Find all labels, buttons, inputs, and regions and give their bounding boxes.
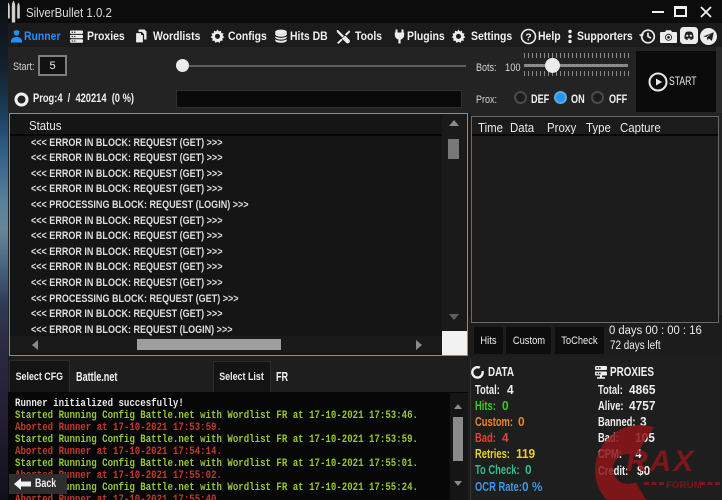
svg-text:?: ?	[526, 31, 532, 43]
svg-text:RAX: RAX	[626, 445, 695, 478]
svg-text:FORUM: FORUM	[666, 480, 702, 491]
